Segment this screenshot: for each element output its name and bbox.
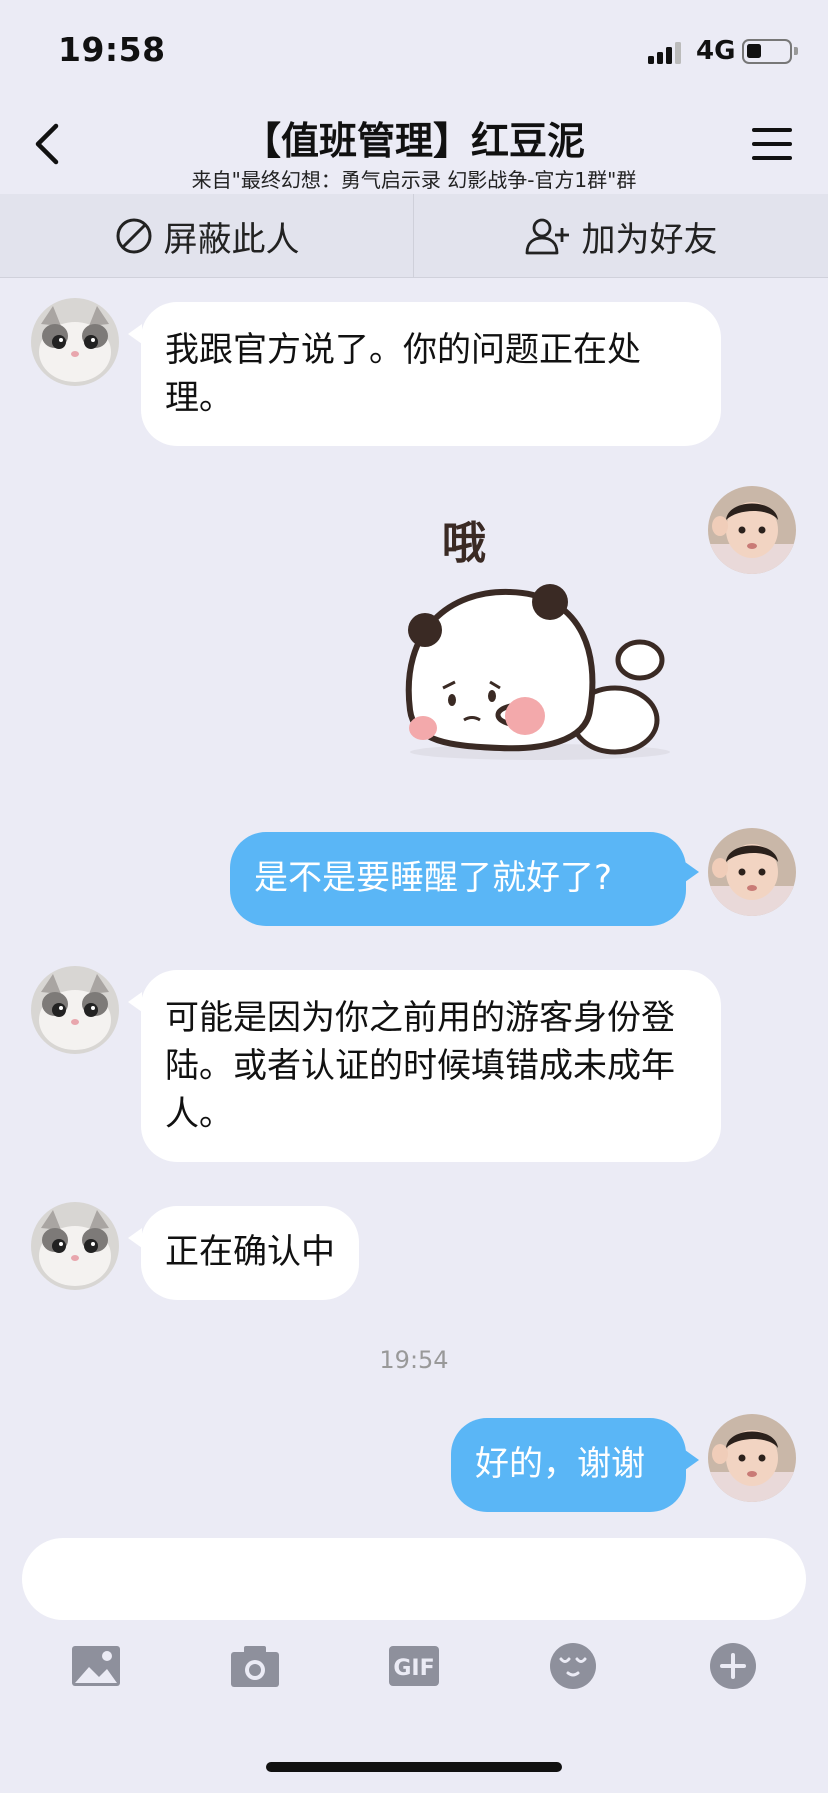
gif-icon: GIF — [389, 1646, 439, 1686]
message-bubble-incoming[interactable]: 正在确认中 — [141, 1206, 359, 1300]
message-bubble-outgoing[interactable]: 好的，谢谢 — [451, 1418, 686, 1512]
block-label: 屏蔽此人 — [163, 219, 300, 260]
my-avatar[interactable] — [708, 1414, 796, 1502]
sender-avatar[interactable] — [31, 298, 119, 386]
message-bubble-outgoing[interactable]: 是不是要睡醒了就好了? — [230, 832, 686, 926]
message-input[interactable] — [22, 1538, 806, 1620]
plus-button[interactable] — [705, 1640, 761, 1692]
battery-icon — [742, 39, 798, 64]
sender-avatar[interactable] — [31, 966, 119, 1054]
sticker-text: 哦 — [442, 518, 486, 569]
gif-label: GIF — [393, 1656, 434, 1681]
camera-button[interactable] — [227, 1640, 283, 1692]
my-avatar[interactable] — [708, 486, 796, 574]
chat-header: 【值班管理】红豆泥 来自"最终幻想：勇气启示录 幻影战争-官方1群"群 — [0, 96, 828, 194]
add-friend-icon — [524, 216, 572, 256]
my-avatar[interactable] — [708, 828, 796, 916]
block-icon — [114, 216, 154, 256]
image-icon — [72, 1646, 120, 1686]
emoji-button[interactable] — [545, 1640, 601, 1692]
chat-title: 【值班管理】红豆泥 — [242, 119, 585, 163]
emoji-icon — [550, 1643, 596, 1689]
sender-avatar[interactable] — [31, 1202, 119, 1290]
plus-icon — [710, 1643, 756, 1689]
status-bar: 19:58 4G — [0, 0, 828, 96]
gif-button[interactable]: GIF — [386, 1640, 442, 1692]
home-indicator[interactable] — [266, 1762, 562, 1772]
add-friend-label: 加为好友 — [581, 219, 718, 260]
add-friend-button[interactable]: 加为好友 — [414, 194, 827, 278]
menu-button[interactable] — [752, 126, 792, 162]
chat-subtitle: 来自"最终幻想：勇气启示录 幻影战争-官方1群"群 — [191, 168, 637, 192]
input-toolbar: GIF — [0, 1640, 828, 1700]
status-time: 19:58 — [58, 30, 166, 69]
message-timestamp: 19:54 — [379, 1346, 449, 1374]
block-button[interactable]: 屏蔽此人 — [0, 194, 413, 278]
menu-icon — [752, 128, 792, 132]
network-label: 4G — [696, 36, 736, 66]
message-bubble-incoming[interactable]: 我跟官方说了。你的问题正在处理。 — [141, 302, 721, 446]
action-bar: 屏蔽此人 加为好友 — [0, 194, 828, 278]
message-bubble-incoming[interactable]: 可能是因为你之前用的游客身份登陆。或者认证的时候填错成未成年人。 — [141, 970, 721, 1162]
signal-icon — [648, 40, 686, 64]
sticker[interactable]: 哦 — [390, 510, 680, 770]
image-button[interactable] — [68, 1640, 124, 1692]
camera-icon — [231, 1646, 279, 1687]
